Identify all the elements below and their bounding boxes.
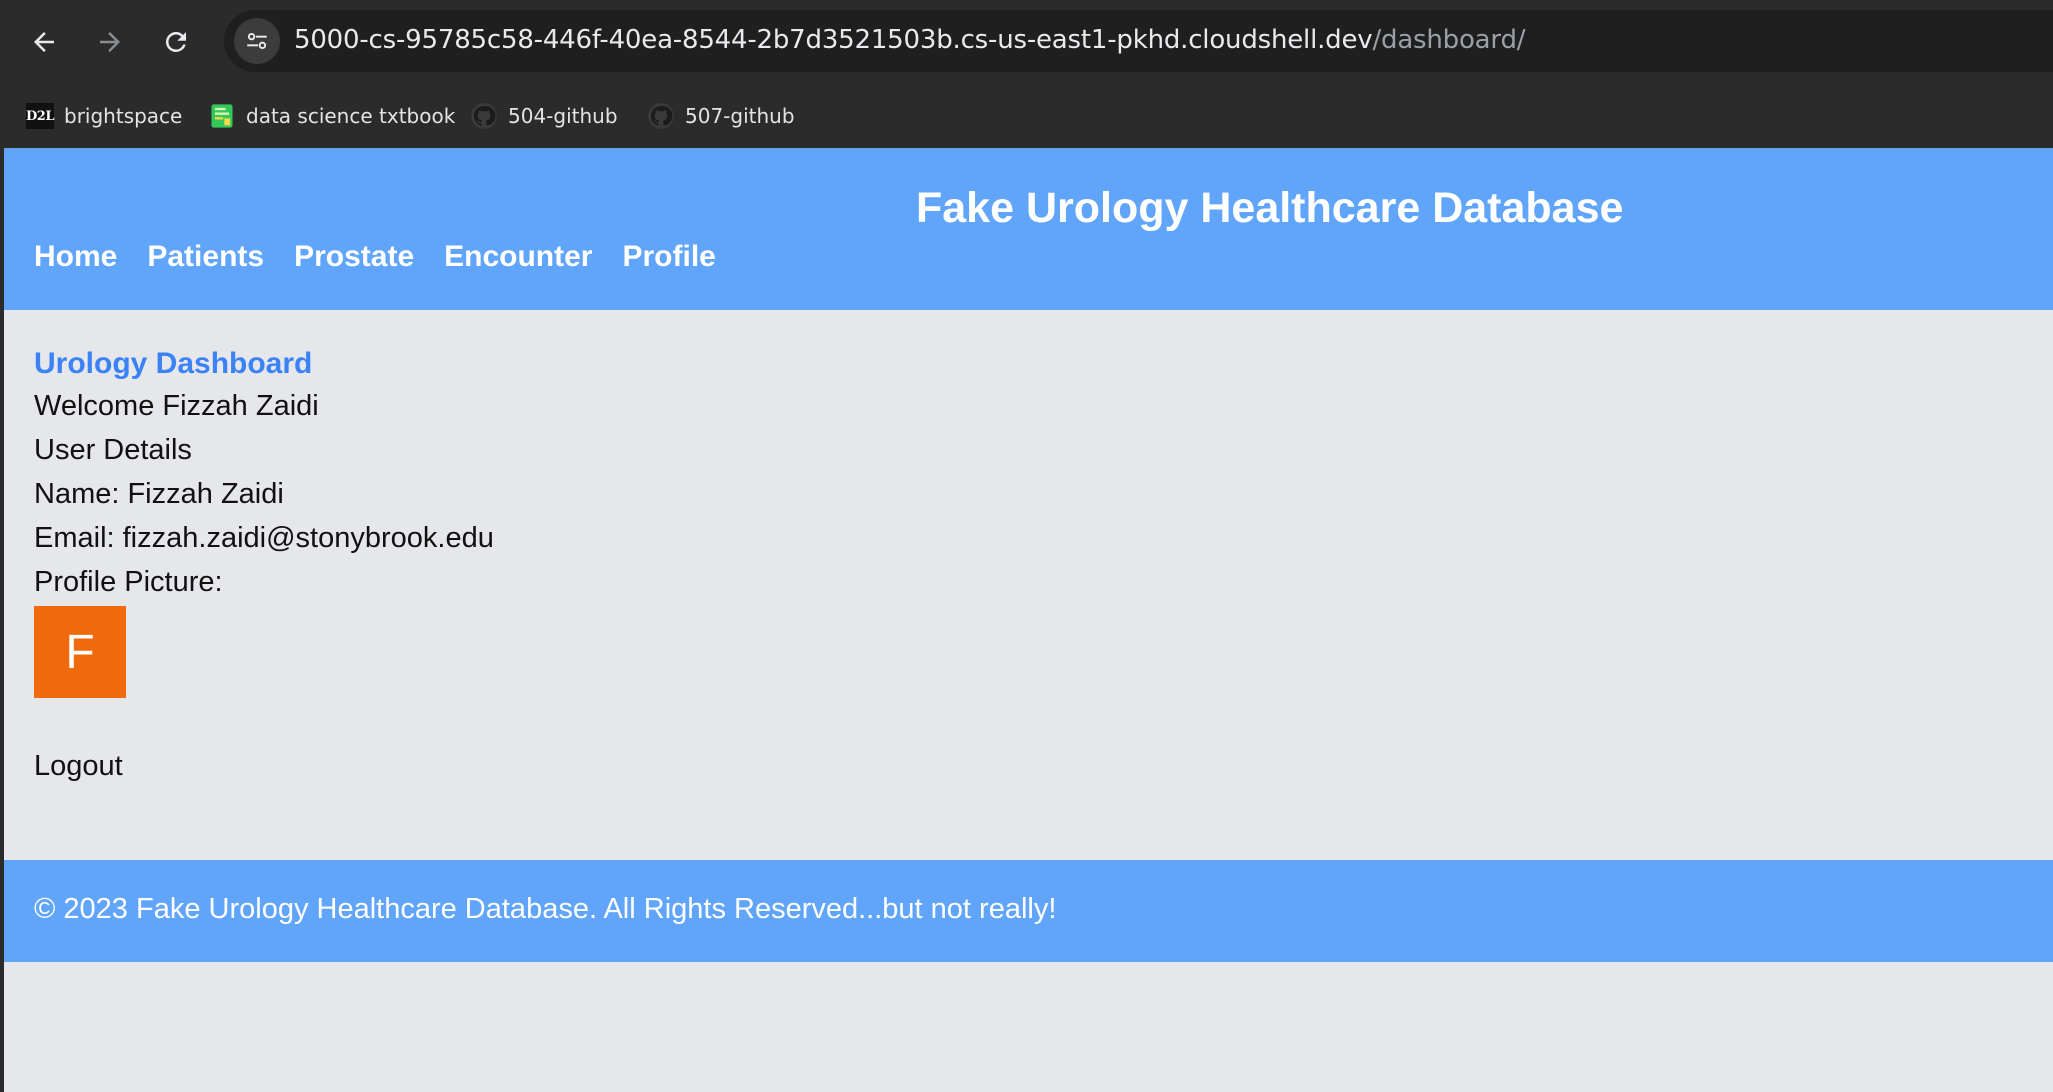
bookmark-507-github[interactable]: 507-github xyxy=(647,98,795,134)
tune-icon xyxy=(247,32,267,50)
avatar: F xyxy=(34,606,126,698)
reload-button[interactable] xyxy=(154,20,198,64)
url-text[interactable]: 5000-cs-95785c58-446f-40ea-8544-2b7d3521… xyxy=(294,25,1526,55)
url-host: 5000-cs-95785c58-446f-40ea-8544-2b7d3521… xyxy=(294,25,1373,55)
nav-patients[interactable]: Patients xyxy=(147,240,264,274)
bookmark-504-github[interactable]: 504-github xyxy=(470,98,618,134)
user-details-heading: User Details xyxy=(34,434,192,466)
bookmarks-bar: D2L brightspace data science txtbook 504… xyxy=(0,84,2053,148)
site-footer: © 2023 Fake Urology Healthcare Database.… xyxy=(4,860,2053,962)
reload-icon xyxy=(165,31,186,52)
dashboard-content: Urology Dashboard Welcome Fizzah Zaidi U… xyxy=(34,344,494,786)
bookmark-label: 504-github xyxy=(508,104,618,128)
github-icon xyxy=(470,102,498,130)
web-page: Fake Urology Healthcare Database Home Pa… xyxy=(4,148,2053,1092)
url-path: /dashboard/ xyxy=(1372,25,1526,55)
bookmark-label: brightspace xyxy=(64,104,183,128)
back-button[interactable] xyxy=(22,20,66,64)
footer-copyright: © 2023 Fake Urology Healthcare Database.… xyxy=(34,893,1057,925)
nav-prostate[interactable]: Prostate xyxy=(294,240,414,274)
arrow-left-icon xyxy=(34,32,54,52)
site-info-button[interactable] xyxy=(234,18,280,64)
site-title: Fake Urology Healthcare Database xyxy=(916,184,1624,232)
profile-picture-label: Profile Picture: xyxy=(34,566,223,598)
bookmark-label: data science txtbook xyxy=(246,104,456,128)
address-bar[interactable]: 5000-cs-95785c58-446f-40ea-8544-2b7d3521… xyxy=(224,10,2053,72)
user-name: Name: Fizzah Zaidi xyxy=(34,478,284,510)
main-nav: Home Patients Prostate Encounter Profile xyxy=(34,240,716,274)
user-email: Email: fizzah.zaidi@stonybrook.edu xyxy=(34,522,494,554)
bookmark-data-science-txtbook[interactable]: data science txtbook xyxy=(208,98,455,134)
nav-home[interactable]: Home xyxy=(34,240,117,274)
welcome-text: Welcome Fizzah Zaidi xyxy=(34,390,319,422)
bookmark-label: 507-github xyxy=(685,104,795,128)
d2l-logo-icon: D2L xyxy=(26,102,54,130)
logout-link[interactable]: Logout xyxy=(34,746,494,786)
nav-encounter[interactable]: Encounter xyxy=(444,240,592,274)
site-header: Fake Urology Healthcare Database Home Pa… xyxy=(4,148,2053,310)
dashboard-title: Urology Dashboard xyxy=(34,347,313,380)
github-icon xyxy=(647,102,675,130)
arrow-right-icon xyxy=(100,32,120,52)
green-book-icon xyxy=(208,102,236,130)
bookmark-brightspace[interactable]: D2L brightspace xyxy=(26,98,182,134)
forward-button[interactable] xyxy=(88,20,132,64)
browser-toolbar: 5000-cs-95785c58-446f-40ea-8544-2b7d3521… xyxy=(0,0,2053,84)
nav-profile[interactable]: Profile xyxy=(622,240,715,274)
